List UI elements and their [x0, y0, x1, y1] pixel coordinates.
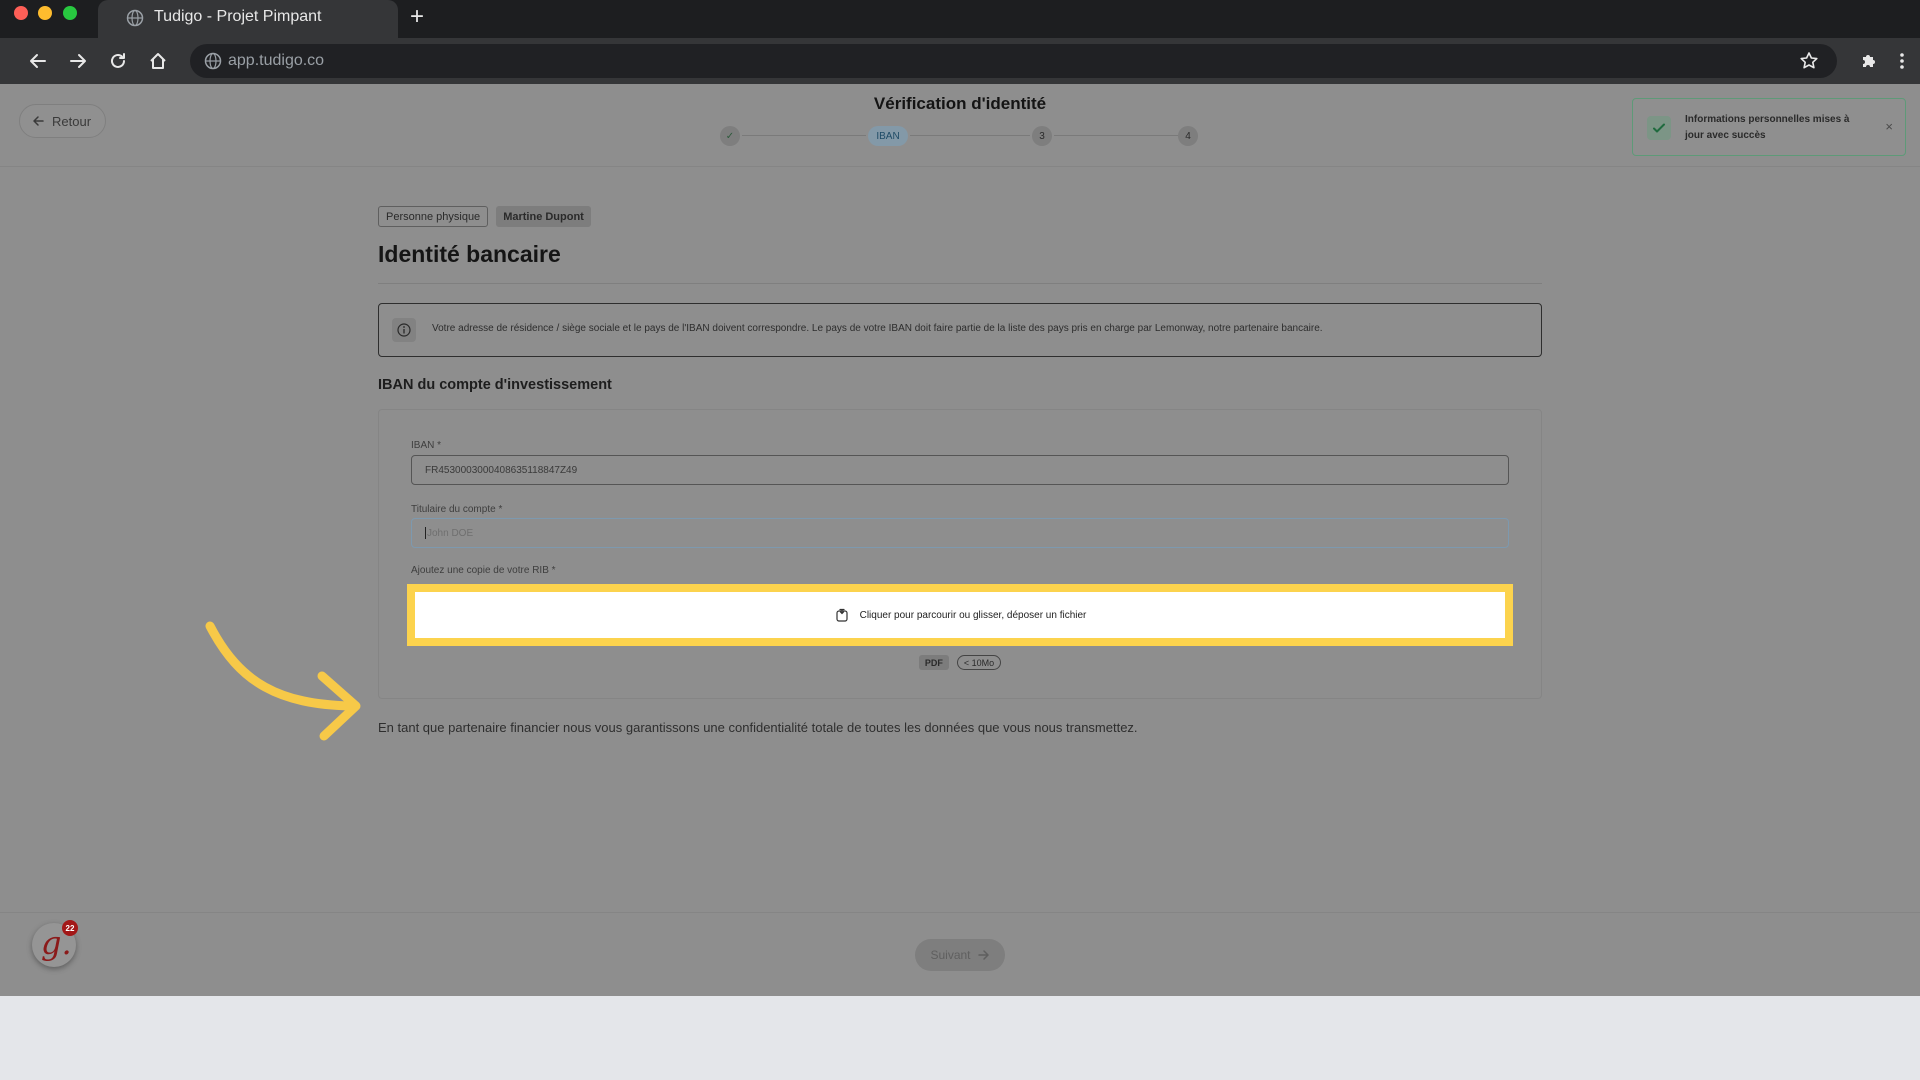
info-box: Votre adresse de résidence / siège socia…: [378, 303, 1542, 357]
browser-tab-active[interactable]: Tudigo - Projet Pimpant: [98, 0, 398, 38]
forward-arrow-icon[interactable]: [64, 47, 92, 75]
site-info-icon[interactable]: [204, 52, 222, 70]
check-icon: [1647, 116, 1671, 140]
toast-message: Informations personnelles mises à jour a…: [1685, 114, 1850, 141]
curved-arrow-annotation: [205, 621, 361, 741]
tag-person-name: Martine Dupont: [496, 206, 591, 227]
app-logo[interactable]: g. 22: [32, 920, 78, 967]
next-button-label: Suivant: [930, 948, 971, 962]
iban-value: FR4530003000408635118847Z49: [425, 464, 578, 476]
extensions-puzzle-icon[interactable]: [1855, 47, 1883, 75]
iban-form-card: IBAN * FR4530003000408635118847Z49 Titul…: [378, 409, 1542, 699]
privacy-note: En tant que partenaire financier nous vo…: [378, 720, 1138, 735]
profile-tags: Personne physique Martine Dupont: [378, 206, 1542, 227]
step-2-current: IBAN: [868, 126, 908, 146]
tag-person-type: Personne physique: [378, 206, 489, 227]
tab-title: Tudigo - Projet Pimpant: [154, 8, 322, 25]
reload-icon[interactable]: [104, 47, 132, 75]
step-1-done: ✓: [720, 126, 740, 146]
iban-label: IBAN *: [411, 440, 442, 451]
url-text: app.tudigo.co: [228, 52, 325, 69]
close-window-button[interactable]: [14, 6, 28, 20]
size-badge: < 10Mo: [956, 655, 1002, 670]
page: Retour Vérification d'identité ✓ IBAN 3 …: [0, 84, 1920, 996]
toast-close-icon[interactable]: ×: [1885, 119, 1893, 134]
stepper-line: [910, 135, 1030, 136]
info-text: Votre adresse de résidence / siège socia…: [432, 323, 1323, 334]
page-header: Retour Vérification d'identité ✓ IBAN 3 …: [0, 84, 1920, 167]
notification-badge: 22: [62, 920, 78, 936]
dropzone-highlight: Cliquer pour parcourir ou glisser, dépos…: [407, 584, 1513, 646]
minimize-window-button[interactable]: [38, 6, 52, 20]
upload-icon: [835, 608, 848, 622]
rib-label: Ajoutez une copie de votre RIB *: [411, 565, 556, 576]
address-bar[interactable]: app.tudigo.co: [190, 44, 1837, 78]
bookmark-star-icon[interactable]: [1799, 51, 1819, 71]
step-4: 4: [1178, 126, 1198, 146]
browser-menu-icon[interactable]: [1888, 47, 1916, 75]
holder-placeholder: John DOE: [427, 527, 474, 539]
back-button-label: Retour: [52, 113, 92, 129]
file-dropzone[interactable]: Cliquer pour parcourir ou glisser, dépos…: [415, 592, 1505, 638]
text-caret: [425, 527, 426, 539]
home-icon[interactable]: [144, 47, 172, 75]
new-tab-button[interactable]: +: [405, 4, 429, 30]
page-footer: g. 22 Suivant: [0, 912, 1920, 996]
info-icon: [392, 318, 416, 342]
browser-toolbar: app.tudigo.co: [0, 38, 1920, 84]
arrow-left-icon: [33, 116, 44, 126]
globe-icon: [126, 9, 144, 27]
browser-tab-bar: Tudigo - Projet Pimpant +: [0, 0, 1920, 38]
success-toast: Informations personnelles mises à jour a…: [1632, 98, 1906, 156]
file-requirements: PDF < 10Mo: [379, 655, 1541, 670]
next-button[interactable]: Suivant: [915, 939, 1005, 971]
maximize-window-button[interactable]: [63, 6, 77, 20]
arrow-right-icon: [977, 950, 989, 960]
stepper: ✓ IBAN 3 4: [720, 124, 1200, 148]
divider: [378, 283, 1542, 284]
stepper-line: [1054, 135, 1178, 136]
stepper-line: [742, 135, 866, 136]
format-badge: PDF: [918, 655, 949, 670]
main-content: Personne physique Martine Dupont Identit…: [378, 206, 1542, 735]
holder-label: Titulaire du compte *: [411, 504, 503, 515]
subsection-heading: IBAN du compte d'investissement: [378, 377, 612, 393]
back-arrow-icon[interactable]: [24, 47, 52, 75]
step-3: 3: [1032, 126, 1052, 146]
section-heading: Identité bancaire: [378, 241, 561, 267]
holder-input[interactable]: John DOE: [411, 518, 1509, 548]
dropzone-text: Cliquer pour parcourir ou glisser, dépos…: [859, 609, 1087, 621]
iban-input[interactable]: FR4530003000408635118847Z49: [411, 455, 1509, 485]
